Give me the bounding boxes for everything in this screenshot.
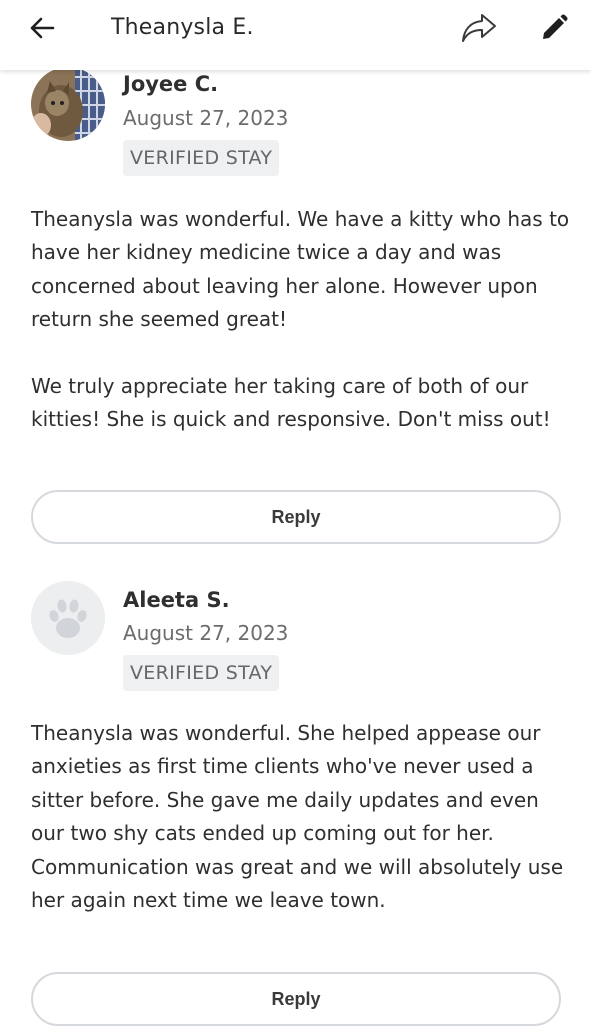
verified-stay-badge: VERIFIED STAY: [123, 140, 280, 176]
header-bar: Theanysla E.: [0, 0, 591, 70]
review-paragraph: Theanysla was wonderful. We have a kitty…: [31, 207, 570, 332]
arrow-left-icon: [30, 17, 55, 39]
review-date: August 27, 2023: [123, 621, 289, 645]
reviewer-name: Joyee C.: [123, 72, 219, 96]
avatar: [31, 581, 105, 655]
review-date: August 27, 2023: [123, 106, 289, 130]
review-paragraph: We truly appreciate her taking care of b…: [31, 373, 551, 432]
reply-button[interactable]: Reply: [31, 972, 561, 1026]
edit-button[interactable]: [534, 8, 574, 48]
back-button[interactable]: [22, 8, 62, 48]
avatar: [31, 67, 105, 141]
page-title: Theanysla E.: [111, 15, 254, 40]
cat-photo-avatar: [31, 67, 105, 141]
reply-button[interactable]: Reply: [31, 490, 561, 544]
pencil-icon: [543, 14, 568, 39]
share-button[interactable]: [459, 8, 499, 48]
review-text: Theanysla was wonderful. She helped appe…: [31, 717, 571, 917]
verified-stay-badge: VERIFIED STAY: [123, 655, 280, 691]
review-text: Theanysla was wonderful. We have a kitty…: [31, 203, 571, 436]
review-paragraph: Theanysla was wonderful. She helped appe…: [31, 721, 564, 913]
reviewer-name: Aleeta S.: [123, 588, 230, 612]
paw-icon: [31, 581, 105, 655]
share-icon: [462, 14, 496, 42]
